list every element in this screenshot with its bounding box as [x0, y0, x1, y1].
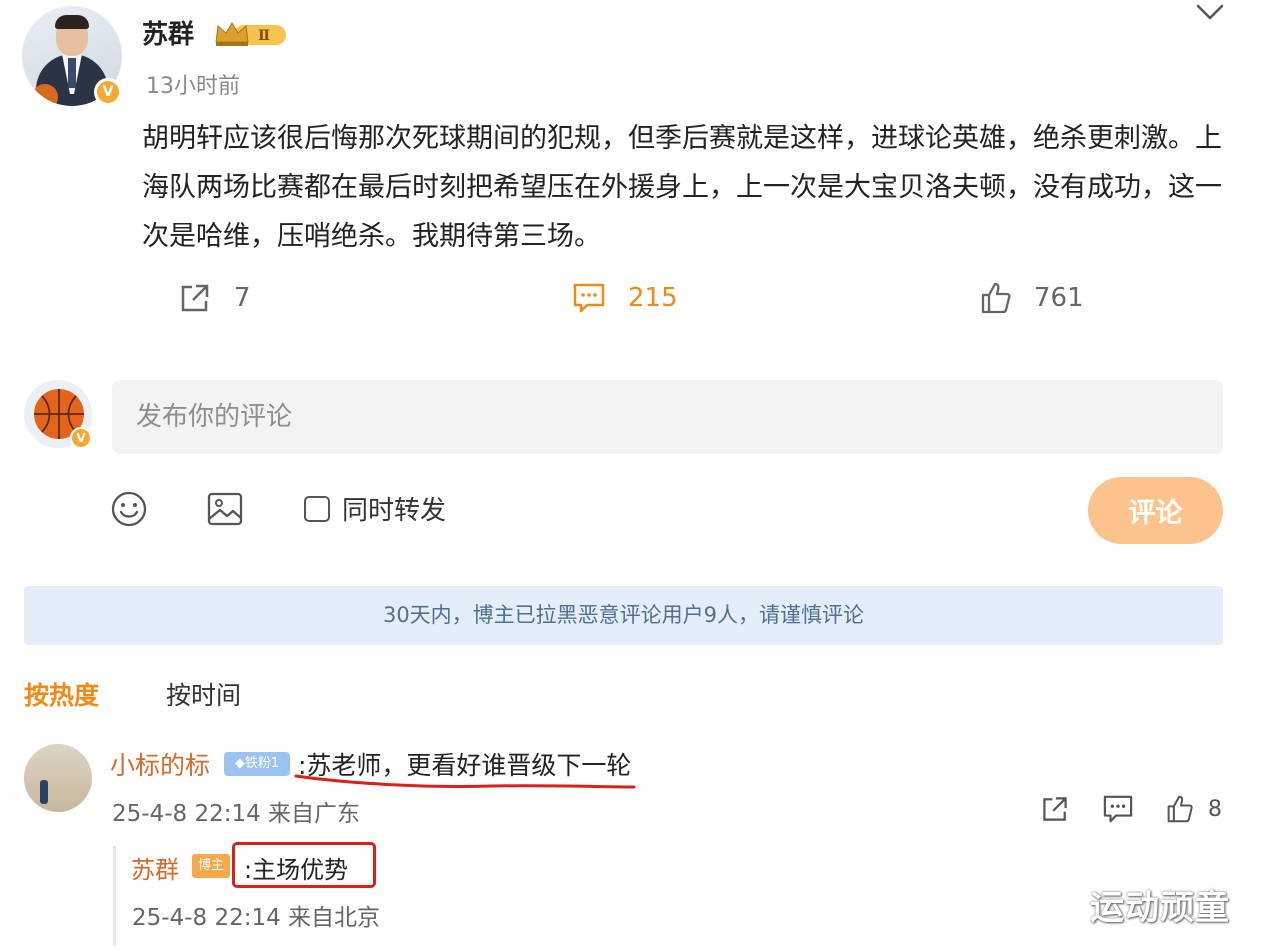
sort-by-time-tab[interactable]: 按时间: [166, 676, 241, 712]
like-count: 761: [1034, 283, 1084, 313]
comment-share-button[interactable]: [1040, 794, 1070, 824]
red-box-annotation: [232, 842, 376, 888]
comment-meta: 25-4-8 22:14 来自广东: [112, 801, 361, 827]
reply-author-name[interactable]: 苏群: [131, 850, 179, 885]
comment-button[interactable]: 215: [572, 280, 678, 316]
share-icon: [1043, 797, 1067, 821]
emoji-icon[interactable]: [110, 490, 148, 528]
thumbs-up-icon: [981, 282, 1011, 314]
comment-like-button[interactable]: 8: [1166, 794, 1222, 824]
thumbs-up-icon: [1167, 795, 1193, 823]
author-name[interactable]: 苏群: [142, 14, 194, 51]
fan-badge: ◆铁粉1: [224, 752, 290, 776]
reply-divider: [113, 846, 116, 946]
share-icon: [181, 284, 209, 312]
repost-checkbox[interactable]: [304, 496, 330, 522]
comment-icon: [1103, 795, 1133, 823]
comment-like-count: 8: [1208, 796, 1222, 822]
comment-count: 215: [628, 283, 678, 313]
watermark: 运动顽童: [1090, 888, 1230, 928]
sort-by-hot-tab[interactable]: 按热度: [24, 676, 99, 712]
comment-reply-button[interactable]: [1102, 794, 1134, 824]
reply-meta: 25-4-8 22:14 来自北京: [132, 905, 381, 931]
my-verified-badge: V: [70, 427, 92, 449]
crown-level-icon: Ⅱ: [215, 22, 286, 46]
repost-label[interactable]: 同时转发: [342, 490, 446, 527]
like-button[interactable]: 761: [980, 280, 1084, 316]
comment-icon: [573, 283, 605, 313]
commenter-avatar[interactable]: [24, 744, 92, 812]
blacklist-notice: 30天内，博主已拉黑恶意评论用户9人，请谨慎评论: [24, 586, 1223, 645]
chevron-down-icon[interactable]: [1194, 0, 1226, 24]
verified-badge: V: [94, 78, 122, 106]
host-badge: 博主: [192, 854, 230, 878]
comment-input[interactable]: [112, 380, 1223, 454]
share-count: 7: [234, 283, 251, 313]
red-underline-annotation: [294, 774, 636, 789]
submit-comment-button[interactable]: 评论: [1088, 477, 1223, 544]
image-icon[interactable]: [206, 490, 244, 528]
commenter-name[interactable]: 小标的标: [110, 746, 210, 782]
share-button[interactable]: 7: [178, 280, 251, 316]
post-time: 13小时前: [146, 74, 240, 99]
level-text: Ⅱ: [258, 28, 270, 44]
post-body: 胡明轩应该很后悔那次死球期间的犯规，但季后赛就是这样，进球论英雄，绝杀更刺激。上…: [142, 123, 1222, 252]
